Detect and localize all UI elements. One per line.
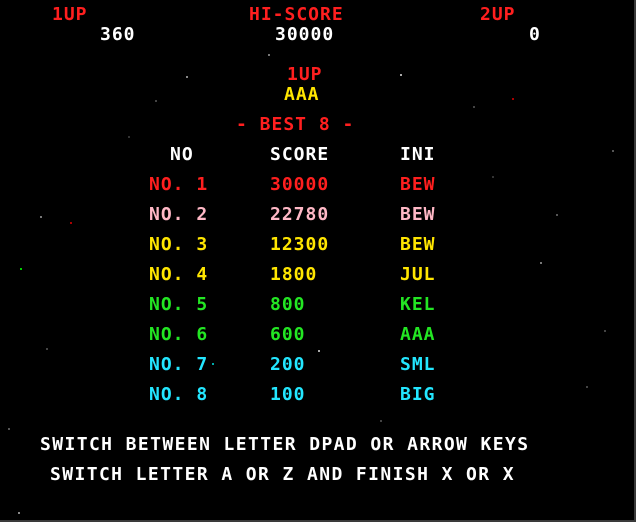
row-rank: NO. 2: [149, 204, 209, 225]
star: [473, 106, 475, 108]
row-initials: BIG: [400, 384, 436, 405]
row-initials: BEW: [400, 204, 436, 225]
star: [128, 136, 130, 138]
row-rank: NO. 5: [149, 294, 209, 315]
star: [8, 428, 10, 430]
instruction-line-1: SWITCH BETWEEN LETTER DPAD OR ARROW KEYS: [40, 434, 530, 455]
star: [492, 176, 494, 178]
star: [512, 98, 514, 100]
star: [212, 363, 214, 365]
entry-initials[interactable]: AAA: [284, 85, 320, 105]
row-rank: NO. 3: [149, 234, 209, 255]
row-score: 1800: [270, 264, 318, 285]
game-screen: 1UP 360 HI-SCORE 30000 2UP 0 1UP AAA - B…: [0, 0, 636, 522]
best-8-title: - BEST 8 -: [236, 114, 355, 135]
star: [186, 76, 188, 78]
star: [380, 420, 382, 422]
row-initials: SML: [400, 354, 436, 375]
star: [556, 214, 558, 216]
hi-score-value: 30000: [275, 24, 335, 45]
row-score: 200: [270, 354, 306, 375]
column-header-score: SCORE: [270, 144, 330, 165]
entry-player-label: 1UP: [287, 64, 323, 85]
star: [20, 268, 22, 270]
star: [612, 150, 614, 152]
row-rank: NO. 7: [149, 354, 209, 375]
row-score: 12300: [270, 234, 330, 255]
star: [40, 216, 42, 218]
p2-label: 2UP: [480, 4, 516, 25]
star: [155, 100, 157, 102]
hi-score-label: HI-SCORE: [249, 4, 344, 25]
p1-label: 1UP: [52, 4, 88, 25]
p1-score: 360: [100, 24, 136, 45]
star: [586, 386, 588, 388]
row-rank: NO. 1: [149, 174, 209, 195]
row-score: 600: [270, 324, 306, 345]
row-rank: NO. 4: [149, 264, 209, 285]
star: [540, 262, 542, 264]
star: [70, 222, 72, 224]
star: [604, 330, 606, 332]
row-score: 100: [270, 384, 306, 405]
row-initials: KEL: [400, 294, 436, 315]
row-score: 22780: [270, 204, 330, 225]
row-initials: BEW: [400, 174, 436, 195]
star: [18, 512, 20, 514]
star: [46, 348, 48, 350]
row-rank: NO. 8: [149, 384, 209, 405]
row-initials: AAA: [400, 324, 436, 345]
p2-score: 0: [529, 24, 541, 45]
column-header-ini: INI: [400, 144, 436, 165]
row-rank: NO. 6: [149, 324, 209, 345]
row-initials: JUL: [400, 264, 436, 285]
star: [318, 350, 320, 352]
instruction-line-2: SWITCH LETTER A OR Z AND FINISH X OR X: [50, 464, 516, 485]
star: [268, 54, 270, 56]
row-score: 800: [270, 294, 306, 315]
star: [400, 74, 402, 76]
row-initials: BEW: [400, 234, 436, 255]
column-header-no: NO: [170, 144, 194, 165]
row-score: 30000: [270, 174, 330, 195]
